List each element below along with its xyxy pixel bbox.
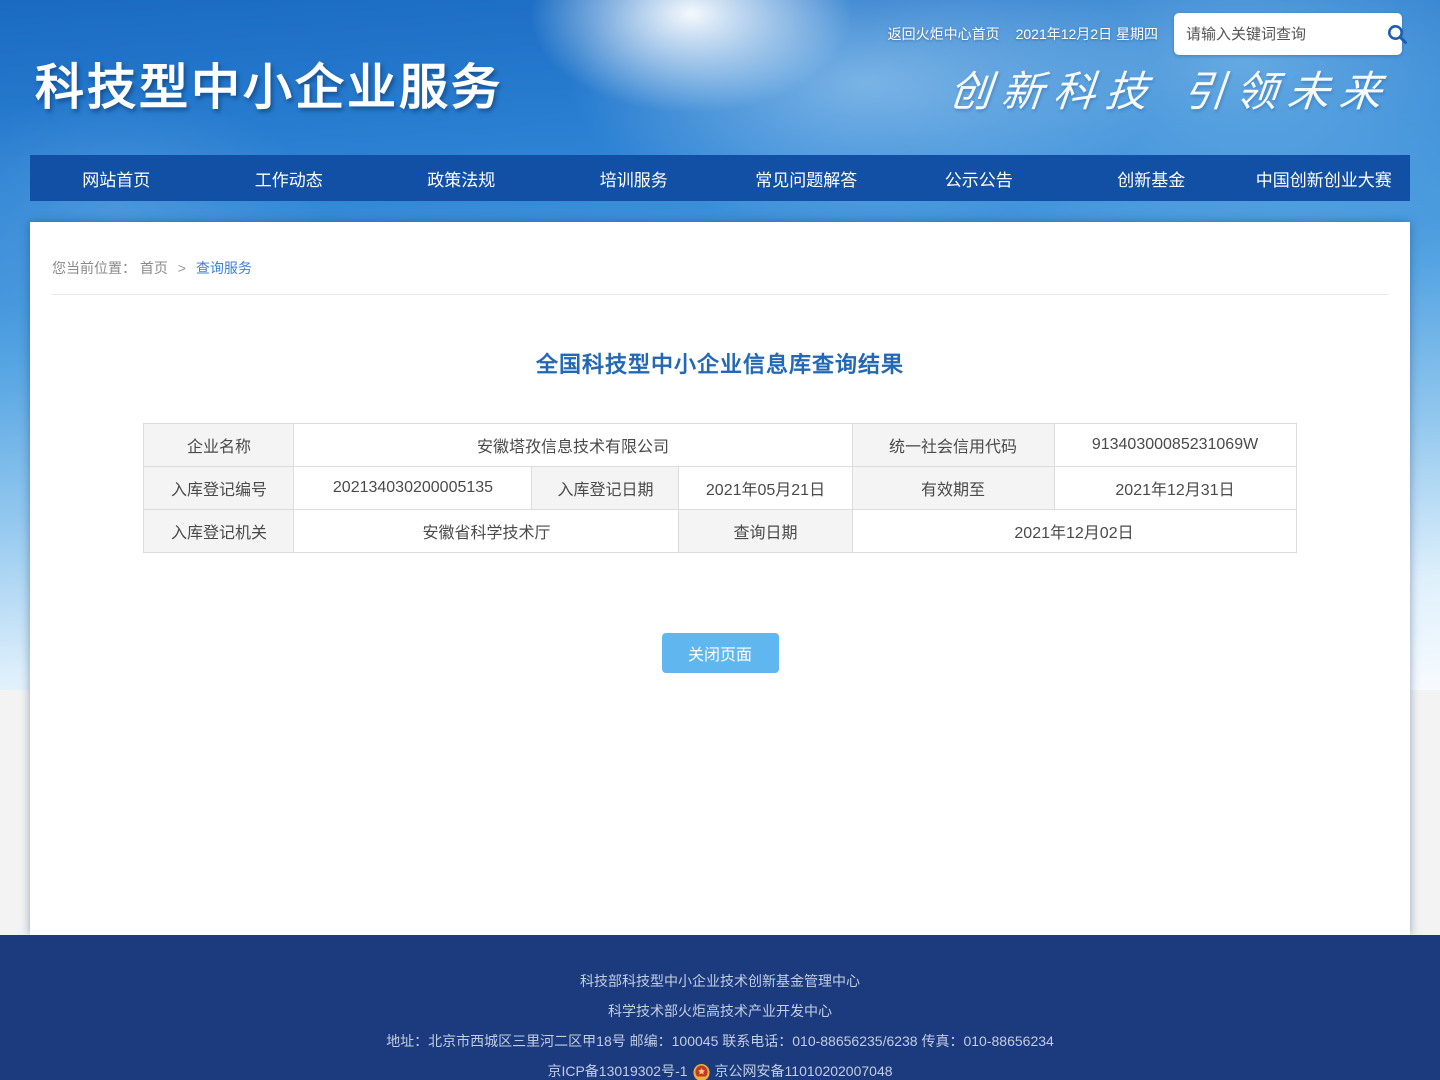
icp-record-link[interactable]: 京ICP备13019302号-1 xyxy=(547,1056,687,1080)
footer-org-line-1: 科技部科技型中小企业技术创新基金管理中心 xyxy=(0,966,1440,996)
table-row: 企业名称 安徽塔孜信息技术有限公司 统一社会信用代码 9134030008523… xyxy=(144,424,1296,467)
breadcrumb-separator: > xyxy=(178,260,186,276)
nav-item-announcements[interactable]: 公示公告 xyxy=(893,155,1066,201)
value-valid-until: 2021年12月31日 xyxy=(1054,467,1296,510)
breadcrumb: 您当前位置： 首页 > 查询服务 xyxy=(52,222,1388,295)
header-top-bar: 返回火炬中心首页 2021年12月2日 星期四 xyxy=(888,13,1402,55)
table-row: 入库登记机关 安徽省科学技术厅 查询日期 2021年12月02日 xyxy=(144,510,1296,553)
site-footer: 科技部科技型中小企业技术创新基金管理中心 科学技术部火炬高技术产业开发中心 地址… xyxy=(0,935,1440,1080)
label-company-name: 企业名称 xyxy=(144,424,294,467)
search-icon xyxy=(1385,22,1409,46)
slogan-calligraphy: 创新科技引领未来 xyxy=(947,58,1395,119)
page: 科技型中小企业服务 返回火炬中心首页 2021年12月2日 星期四 创新科技引领… xyxy=(0,0,1440,1080)
label-registration-authority: 入库登记机关 xyxy=(144,510,294,553)
value-registration-authority: 安徽省科学技术厅 xyxy=(294,510,679,553)
police-record-link[interactable]: 京公网安备11010202007048 xyxy=(715,1056,893,1080)
label-registration-number: 入库登记编号 xyxy=(144,467,294,510)
current-date: 2021年12月2日 星期四 xyxy=(1016,24,1158,44)
nav-item-training[interactable]: 培训服务 xyxy=(548,155,721,201)
return-torch-center-link[interactable]: 返回火炬中心首页 xyxy=(888,24,1000,44)
main-navigation: 网站首页 工作动态 政策法规 培训服务 常见问题解答 公示公告 创新基金 中国创… xyxy=(30,155,1410,201)
table-row: 入库登记编号 202134030200005135 入库登记日期 2021年05… xyxy=(144,467,1296,510)
footer-org-line-2: 科学技术部火炬高技术产业开发中心 xyxy=(0,996,1440,1026)
site-logo: 科技型中小企业服务 xyxy=(35,48,503,119)
breadcrumb-home-link[interactable]: 首页 xyxy=(140,260,168,276)
value-query-date: 2021年12月02日 xyxy=(852,510,1296,553)
search-box xyxy=(1174,13,1402,55)
content-panel: 您当前位置： 首页 > 查询服务 全国科技型中小企业信息库查询结果 企业名称 安… xyxy=(30,222,1410,935)
query-result-table: 企业名称 安徽塔孜信息技术有限公司 统一社会信用代码 9134030008523… xyxy=(143,423,1296,553)
label-valid-until: 有效期至 xyxy=(852,467,1054,510)
nav-item-policies[interactable]: 政策法规 xyxy=(375,155,548,201)
nav-item-innovation-fund[interactable]: 创新基金 xyxy=(1065,155,1238,201)
footer-record-line: 京ICP备13019302号-1 京公网安备11010202007048 xyxy=(0,1056,1440,1080)
label-registration-date: 入库登记日期 xyxy=(532,467,679,510)
nav-item-home[interactable]: 网站首页 xyxy=(30,155,203,201)
value-company-name: 安徽塔孜信息技术有限公司 xyxy=(294,424,852,467)
close-page-button[interactable]: 关闭页面 xyxy=(662,633,779,673)
label-query-date: 查询日期 xyxy=(679,510,852,553)
value-registration-number: 202134030200005135 xyxy=(294,467,532,510)
site-header: 科技型中小企业服务 返回火炬中心首页 2021年12月2日 星期四 创新科技引领… xyxy=(0,0,1440,155)
value-registration-date: 2021年05月21日 xyxy=(679,467,852,510)
search-button[interactable] xyxy=(1385,19,1409,49)
nav-item-work-news[interactable]: 工作动态 xyxy=(203,155,376,201)
nav-item-competition[interactable]: 中国创新创业大赛 xyxy=(1238,155,1411,201)
label-credit-code: 统一社会信用代码 xyxy=(852,424,1054,467)
page-title: 全国科技型中小企业信息库查询结果 xyxy=(30,347,1410,379)
police-badge-icon xyxy=(692,1062,711,1080)
breadcrumb-current-link[interactable]: 查询服务 xyxy=(196,260,252,276)
search-input[interactable] xyxy=(1186,26,1385,43)
nav-item-faq[interactable]: 常见问题解答 xyxy=(720,155,893,201)
breadcrumb-prefix: 您当前位置： xyxy=(52,260,136,276)
footer-address-line: 地址：北京市西城区三里河二区甲18号 邮编：100045 联系电话：010-88… xyxy=(0,1026,1440,1056)
value-credit-code: 91340300085231069W xyxy=(1054,424,1296,467)
